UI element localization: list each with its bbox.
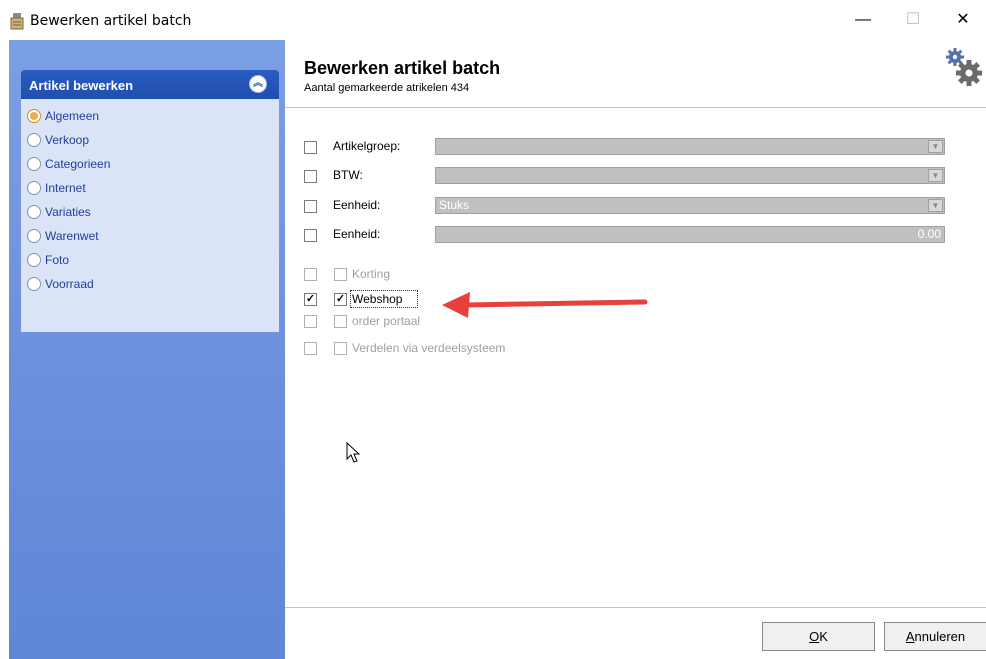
order-portaal-checkbox[interactable] [334, 315, 347, 328]
dropdown-arrow-icon[interactable]: ▼ [928, 199, 943, 212]
select-value: Stuks [439, 198, 470, 212]
nav-item-label: Warenwet [45, 229, 99, 243]
btw-checkbox[interactable] [304, 170, 317, 183]
radio-icon[interactable] [27, 205, 41, 219]
verdelen-checkbox[interactable] [334, 342, 347, 355]
cancel-label: nnuleren [914, 629, 966, 644]
nav-item-variaties[interactable]: Variaties [27, 202, 91, 222]
nav-item-voorraad[interactable]: Voorraad [27, 274, 94, 294]
cancel-mnemonic: A [905, 629, 915, 644]
sidebar: Artikel bewerken ︽ Algemeen Verkoop Cate… [9, 40, 285, 659]
page-subtitle: Aantal gemarkeerde atrikelen 434 [304, 82, 470, 94]
page-title: Bewerken artikel batch [304, 58, 501, 78]
nav-item-label: Voorraad [45, 277, 94, 291]
footer-divider [285, 607, 986, 608]
nav-item-label: Verkoop [45, 133, 90, 147]
nav-item-algemeen[interactable]: Algemeen [27, 106, 99, 126]
window-title: Bewerken artikel batch [30, 13, 192, 29]
option-label: Verdelen via verdeelsysteem [352, 341, 506, 355]
nav-item-categorieen[interactable]: Categorieen [27, 154, 110, 174]
artikelgroep-checkbox[interactable] [304, 141, 317, 154]
option-label: order portaal [352, 314, 421, 328]
nav-item-foto[interactable]: Foto [27, 250, 69, 270]
cancel-button[interactable]: Annuleren [884, 622, 986, 651]
nav-item-verkoop[interactable]: Verkoop [27, 130, 89, 150]
gears-icon [946, 48, 982, 86]
focus-rectangle [350, 290, 418, 308]
nav-item-label: Categorieen [45, 157, 111, 171]
nav-item-label: Algemeen [45, 109, 100, 123]
collapse-icon[interactable]: ︽ [249, 75, 267, 93]
artikelgroep-select[interactable]: ▼ [435, 138, 945, 155]
red-arrow-icon [442, 292, 648, 318]
field-label: Artikelgroep: [333, 139, 401, 153]
dropdown-arrow-icon[interactable]: ▼ [928, 140, 943, 153]
minimize-button[interactable]: — [840, 0, 886, 40]
radio-icon[interactable] [27, 181, 41, 195]
nav-item-label: Foto [45, 253, 70, 267]
eenheid-checkbox[interactable] [304, 200, 317, 213]
close-button[interactable]: ✕ [940, 0, 986, 40]
field-label: BTW: [333, 168, 363, 182]
webshop-checkbox[interactable] [334, 293, 347, 306]
nav-item-warenwet[interactable]: Warenwet [27, 226, 99, 246]
ok-mnemonic: O [809, 629, 820, 644]
nav-item-internet[interactable]: Internet [27, 178, 86, 198]
nav-panel: Artikel bewerken ︽ Algemeen Verkoop Cate… [21, 70, 279, 342]
eenheid-select[interactable]: Stuks ▼ [435, 197, 945, 214]
radio-icon[interactable] [27, 229, 41, 243]
nav-panel-title: Artikel bewerken [29, 78, 134, 93]
radio-icon[interactable] [27, 277, 41, 291]
korting-checkbox[interactable] [334, 268, 347, 281]
option-label: Korting [352, 267, 391, 281]
app-icon [10, 13, 24, 30]
nav-item-label: Variaties [45, 205, 91, 219]
korting-outer-checkbox[interactable] [304, 268, 317, 281]
field-label: Eenheid: [333, 198, 381, 212]
verdelen-outer-checkbox[interactable] [304, 342, 317, 355]
btw-select[interactable]: ▼ [435, 167, 945, 184]
radio-icon[interactable] [27, 253, 41, 267]
order-portaal-outer-checkbox[interactable] [304, 315, 317, 328]
nav-panel-header[interactable]: Artikel bewerken ︽ [21, 70, 279, 99]
title-bar: Bewerken artikel batch — ☐ ✕ [0, 0, 986, 40]
ok-button[interactable]: OK [762, 622, 875, 651]
radio-selected-icon[interactable] [27, 109, 41, 123]
nav-panel-body: Algemeen Verkoop Categorieen Internet Va… [21, 99, 279, 332]
dropdown-arrow-icon[interactable]: ▼ [928, 169, 943, 182]
ok-label: K [819, 629, 828, 644]
maximize-button[interactable]: ☐ [890, 0, 936, 40]
eenheid-amount-input[interactable]: 0.00 [435, 226, 945, 243]
content-header: Bewerken artikel batch Aantal gemarkeerd… [285, 40, 986, 108]
field-label: Eenheid: [333, 227, 381, 241]
nav-item-label: Internet [45, 181, 86, 195]
eenheid-amount-checkbox[interactable] [304, 229, 317, 242]
webshop-outer-checkbox[interactable] [304, 293, 317, 306]
radio-icon[interactable] [27, 157, 41, 171]
mouse-cursor-icon [346, 442, 361, 463]
radio-icon[interactable] [27, 133, 41, 147]
